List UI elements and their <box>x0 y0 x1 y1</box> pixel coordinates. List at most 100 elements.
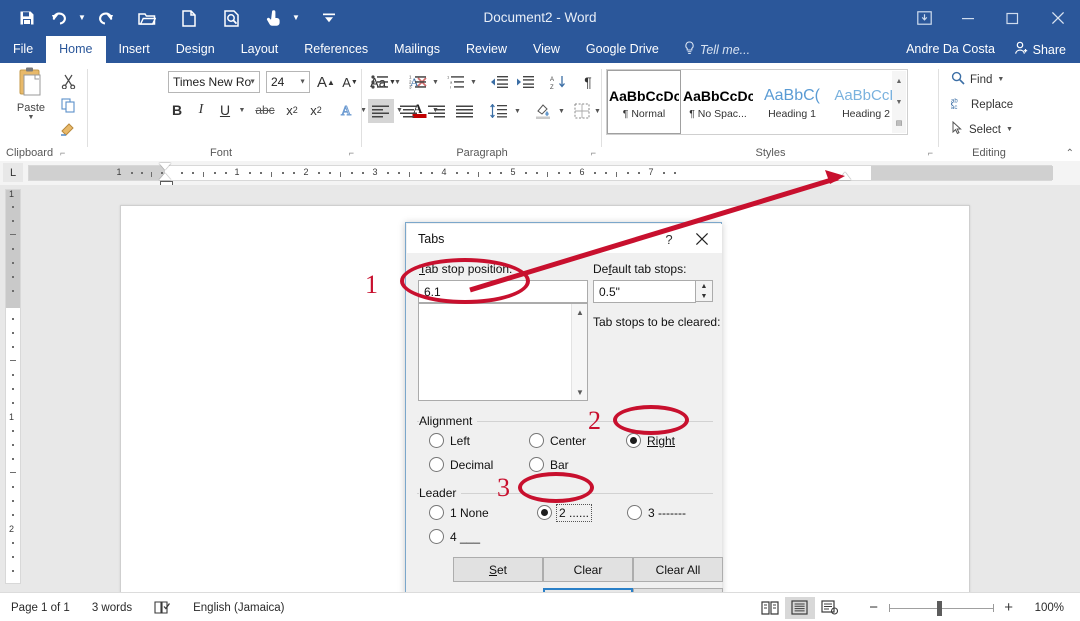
style-heading-1[interactable]: AaBbC( Heading 1 <box>755 70 829 134</box>
tab-mailings[interactable]: Mailings <box>381 36 453 63</box>
multilevel-list-icon[interactable]: 1ai <box>444 71 468 93</box>
font-dialog-launcher[interactable]: ⌐ <box>349 148 354 158</box>
select-dropdown-icon[interactable]: ▼ <box>1006 126 1013 133</box>
tab-home[interactable]: Home <box>46 36 106 63</box>
web-layout-button[interactable] <box>815 597 845 619</box>
align-right-button[interactable] <box>424 99 450 123</box>
alignment-left-radio[interactable]: Left <box>429 433 470 448</box>
line-spacing-dropdown-icon[interactable]: ▼ <box>512 99 523 123</box>
line-spacing-icon[interactable] <box>486 99 512 123</box>
tab-review[interactable]: Review <box>453 36 520 63</box>
tab-file[interactable]: File <box>0 36 46 63</box>
underline-button[interactable]: U <box>214 99 236 121</box>
ribbon-display-options-icon[interactable] <box>903 0 945 36</box>
paste-dropdown-icon[interactable]: ▼ <box>8 114 54 121</box>
close-icon[interactable] <box>1035 0 1080 36</box>
font-name-dropdown-icon[interactable]: ▼ <box>249 79 256 86</box>
stepper-up-icon[interactable]: ▲ <box>696 281 712 291</box>
subscript-button[interactable]: x2 <box>280 99 304 121</box>
justify-button[interactable] <box>452 99 478 123</box>
bullets-dropdown-icon[interactable]: ▼ <box>392 71 403 93</box>
save-icon[interactable] <box>12 4 42 32</box>
cut-icon[interactable] <box>56 69 80 93</box>
style-normal[interactable]: AaBbCcDc ¶ Normal <box>607 70 681 134</box>
decrease-indent-icon[interactable] <box>486 71 512 93</box>
account-name[interactable]: Andre Da Costa <box>906 36 995 63</box>
font-size-input[interactable]: 24 ▼ <box>266 71 310 93</box>
sort-icon[interactable]: AZ <box>546 71 572 93</box>
strikethrough-button[interactable]: abc <box>252 99 278 121</box>
bold-button[interactable]: B <box>166 99 188 121</box>
tab-design[interactable]: Design <box>163 36 228 63</box>
page-indicator[interactable]: Page 1 of 1 <box>0 593 81 621</box>
shading-dropdown-icon[interactable]: ▼ <box>556 99 567 123</box>
alignment-center-radio[interactable]: Center <box>529 433 586 448</box>
word-count[interactable]: 3 words <box>81 593 143 621</box>
find-button[interactable]: Find ▼ <box>951 71 1004 88</box>
leader-none-radio[interactable]: 1 None <box>429 505 489 520</box>
read-mode-button[interactable] <box>755 597 785 619</box>
replace-button[interactable]: ab ac Replace <box>950 96 1013 113</box>
tab-references[interactable]: References <box>291 36 381 63</box>
leader-dashed-radio[interactable]: 3 ------- <box>627 505 686 520</box>
format-painter-icon[interactable] <box>56 117 80 141</box>
print-layout-button[interactable] <box>784 596 815 619</box>
horizontal-ruler[interactable]: 1 1 2 3 4 5 6 7 <box>28 163 1053 190</box>
styles-gallery[interactable]: AaBbCcDc ¶ Normal AaBbCcDc ¶ No Spac... … <box>606 69 908 135</box>
styles-scroll-up-icon[interactable]: ▲ <box>892 71 906 92</box>
select-button[interactable]: Select ▼ <box>951 120 1013 138</box>
font-size-dropdown-icon[interactable]: ▼ <box>299 79 306 86</box>
numbering-dropdown-icon[interactable]: ▼ <box>430 71 441 93</box>
tell-me-box[interactable]: Tell me... <box>672 36 762 63</box>
styles-more-icon[interactable]: ▤ <box>892 112 906 133</box>
zoom-in-button[interactable]: + <box>994 597 1024 619</box>
redo-icon[interactable] <box>90 4 120 32</box>
collapse-ribbon-icon[interactable]: ⌃ <box>1066 148 1074 159</box>
styles-gallery-scroll[interactable]: ▲ ▼ ▤ <box>892 71 906 133</box>
clear-all-button[interactable]: Clear All <box>633 557 723 582</box>
font-name-input[interactable]: Times New Ro ▼ <box>168 71 260 93</box>
stepper-down-icon[interactable]: ▼ <box>696 291 712 301</box>
styles-scroll-down-icon[interactable]: ▼ <box>892 92 906 113</box>
undo-icon[interactable] <box>44 4 74 32</box>
dialog-help-button[interactable]: ? <box>658 229 680 249</box>
shading-icon[interactable] <box>530 99 556 123</box>
numbering-icon[interactable]: 123 <box>406 71 430 93</box>
set-button[interactable]: Set <box>453 557 543 582</box>
maximize-icon[interactable] <box>990 0 1035 36</box>
align-left-button[interactable] <box>368 99 394 123</box>
customize-quick-access-icon[interactable] <box>314 4 344 32</box>
share-button[interactable]: Share <box>1006 36 1074 63</box>
print-preview-icon[interactable] <box>216 4 246 32</box>
zoom-slider-handle[interactable] <box>936 600 942 616</box>
tab-view[interactable]: View <box>520 36 573 63</box>
dialog-close-icon[interactable] <box>688 228 716 250</box>
tab-stop-list-scrollbar[interactable]: ▲ ▼ <box>571 304 587 400</box>
bullets-icon[interactable] <box>368 71 392 93</box>
paste-button[interactable]: Paste ▼ <box>8 67 54 121</box>
default-tab-stops-stepper[interactable]: ▲ ▼ <box>696 280 713 302</box>
new-document-icon[interactable] <box>174 4 204 32</box>
italic-button[interactable]: I <box>190 99 212 121</box>
paragraph-dialog-launcher[interactable]: ⌐ <box>591 148 596 158</box>
first-line-indent-marker[interactable] <box>159 163 171 170</box>
zoom-out-button[interactable]: − <box>859 597 889 619</box>
ruler-tab-marker[interactable] <box>839 172 851 180</box>
tab-layout[interactable]: Layout <box>228 36 292 63</box>
language-indicator[interactable]: English (Jamaica) <box>182 593 295 621</box>
superscript-button[interactable]: x2 <box>304 99 328 121</box>
multilevel-dropdown-icon[interactable]: ▼ <box>468 71 479 93</box>
alignment-right-radio[interactable]: Right <box>626 433 675 448</box>
increase-indent-icon[interactable] <box>512 71 538 93</box>
shrink-font-button[interactable]: A ▼ <box>338 71 362 93</box>
tab-stop-selector[interactable]: L <box>3 163 23 182</box>
default-tab-stops-input[interactable]: 0.5" <box>593 280 696 303</box>
zoom-level[interactable]: 100% <box>1024 593 1080 621</box>
clipboard-dialog-launcher[interactable]: ⌐ <box>60 148 65 158</box>
undo-dropdown-icon[interactable]: ▼ <box>76 4 88 32</box>
hanging-indent-marker[interactable] <box>159 173 171 180</box>
copy-icon[interactable] <box>56 93 80 117</box>
clear-button[interactable]: Clear <box>543 557 633 582</box>
list-scroll-up-icon[interactable]: ▲ <box>572 304 588 320</box>
align-center-button[interactable] <box>396 99 422 123</box>
